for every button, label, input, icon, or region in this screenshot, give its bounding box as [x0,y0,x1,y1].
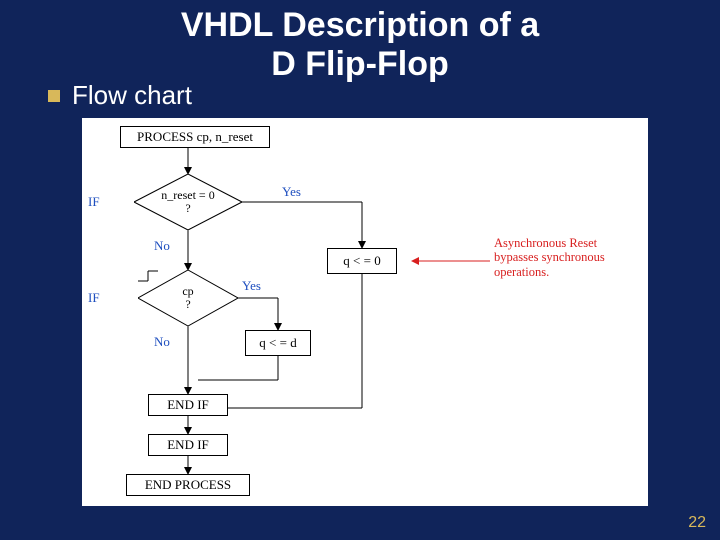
page-number: 22 [688,514,706,532]
flowchart-canvas: PROCESS cp, n_reset IF n_reset = 0 ? Yes… [82,118,648,506]
diamond2-q: ? [185,298,190,311]
no-label-1: No [154,238,170,254]
decision-cp-edge: cp ? [138,270,238,326]
no-label-2: No [154,334,170,350]
yes-label-2: Yes [242,278,261,294]
slide-title: VHDL Description of a D Flip-Flop [0,0,720,84]
assign-q0-box: q < = 0 [327,248,397,274]
if-label-1: IF [88,194,100,210]
if-label-2: IF [88,290,100,306]
subtitle-row: Flow chart [48,80,192,111]
title-line1: VHDL Description of a [181,6,539,44]
annotation-line2: bypasses synchronous [494,250,605,264]
endprocess-box: END PROCESS [126,474,250,496]
endif-box-2: END IF [148,434,228,456]
bullet-icon [48,90,60,102]
assign-qd-box: q < = d [245,330,311,356]
diamond1-q: ? [185,202,190,215]
subtitle-text: Flow chart [72,80,192,111]
process-box: PROCESS cp, n_reset [120,126,270,148]
annotation-line1: Asynchronous Reset [494,236,597,250]
endif-box-1: END IF [148,394,228,416]
title-line2: D Flip-Flop [271,45,449,83]
annotation-line3: operations. [494,265,549,279]
annotation-async-reset: Asynchronous Reset bypasses synchronous … [494,236,605,279]
decision-nreset: n_reset = 0 ? [134,174,242,230]
yes-label-1: Yes [282,184,301,200]
